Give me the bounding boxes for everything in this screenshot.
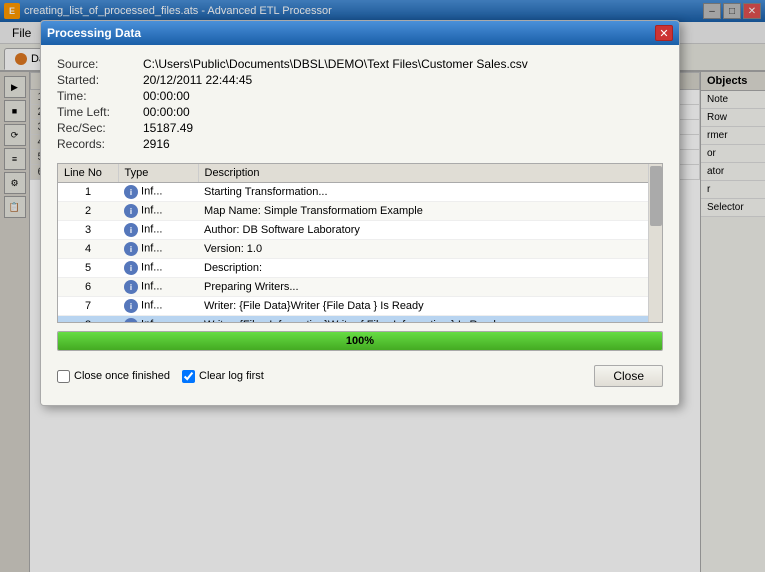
log-row-line: 5 [58, 259, 118, 278]
log-row-type: i Inf... [118, 297, 198, 316]
log-row-type: i Inf... [118, 202, 198, 221]
log-col-desc: Description [198, 164, 662, 183]
recsec-value: 15187.49 [143, 121, 663, 135]
dialog-footer: Close once finished Clear log first Clos… [57, 361, 663, 393]
log-row-desc: Writer: {Files Information}Writer { File… [198, 316, 662, 324]
log-row-desc: Description: [198, 259, 662, 278]
source-value: C:\Users\Public\Documents\DBSL\DEMO\Text… [143, 57, 663, 71]
log-row-desc: Version: 1.0 [198, 240, 662, 259]
log-row-line: 8 [58, 316, 118, 324]
log-row-type: i Inf... [118, 278, 198, 297]
recsec-label: Rec/Sec: [57, 121, 137, 135]
log-table-container: Line No Type Description 1 i Inf... Star… [57, 163, 663, 323]
log-col-lineno: Line No [58, 164, 118, 183]
log-col-type: Type [118, 164, 198, 183]
time-value: 00:00:00 [143, 89, 663, 103]
dialog-overlay: Processing Data ✕ Source: C:\Users\Publi… [0, 0, 765, 572]
processing-dialog: Processing Data ✕ Source: C:\Users\Publi… [40, 20, 680, 406]
log-row-line: 3 [58, 221, 118, 240]
records-value: 2916 [143, 137, 663, 151]
type-icon: i [124, 204, 138, 218]
info-grid: Source: C:\Users\Public\Documents\DBSL\D… [57, 57, 663, 151]
log-row-type: i Inf... [118, 221, 198, 240]
checkbox-close-label[interactable]: Close once finished [57, 370, 170, 383]
log-scrollbar[interactable] [648, 164, 662, 322]
started-value: 20/12/2011 22:44:45 [143, 73, 663, 87]
progress-label: 100% [346, 335, 374, 347]
log-row-desc: Preparing Writers... [198, 278, 662, 297]
type-icon: i [124, 261, 138, 275]
type-icon: i [124, 185, 138, 199]
dialog-body: Source: C:\Users\Public\Documents\DBSL\D… [41, 45, 679, 405]
timeleft-label: Time Left: [57, 105, 137, 119]
log-row-type: i Inf... [118, 316, 198, 324]
log-row-line: 4 [58, 240, 118, 259]
log-row-desc: Starting Transformation... [198, 183, 662, 202]
source-label: Source: [57, 57, 137, 71]
log-row-line: 2 [58, 202, 118, 221]
type-icon: i [124, 223, 138, 237]
checkbox-clearlog-text: Clear log first [199, 370, 264, 382]
type-icon: i [124, 299, 138, 313]
log-scrollbar-thumb [650, 166, 662, 226]
log-row-line: 1 [58, 183, 118, 202]
close-dialog-button[interactable]: Close [594, 365, 663, 387]
type-icon: i [124, 242, 138, 256]
log-row-desc: Writer: {File Data}Writer {File Data } I… [198, 297, 662, 316]
checkbox-clearlog-label[interactable]: Clear log first [182, 370, 264, 383]
log-row-type: i Inf... [118, 259, 198, 278]
type-icon: i [124, 318, 138, 323]
log-row-desc: Map Name: Simple Transformatiom Example [198, 202, 662, 221]
dialog-title: Processing Data [47, 26, 141, 40]
records-label: Records: [57, 137, 137, 151]
log-row-line: 6 [58, 278, 118, 297]
progress-bar: 100% [57, 331, 663, 351]
checkbox-close-input[interactable] [57, 370, 70, 383]
type-icon: i [124, 280, 138, 294]
log-row-type: i Inf... [118, 240, 198, 259]
started-label: Started: [57, 73, 137, 87]
log-row-type: i Inf... [118, 183, 198, 202]
timeleft-value: 00:00:00 [143, 105, 663, 119]
time-label: Time: [57, 89, 137, 103]
log-row-line: 7 [58, 297, 118, 316]
checkbox-clearlog-input[interactable] [182, 370, 195, 383]
log-table: Line No Type Description 1 i Inf... Star… [58, 164, 662, 323]
dialog-close-x-button[interactable]: ✕ [655, 25, 673, 41]
log-row-desc: Author: DB Software Laboratory [198, 221, 662, 240]
checkbox-close-text: Close once finished [74, 370, 170, 382]
dialog-title-bar: Processing Data ✕ [41, 21, 679, 45]
